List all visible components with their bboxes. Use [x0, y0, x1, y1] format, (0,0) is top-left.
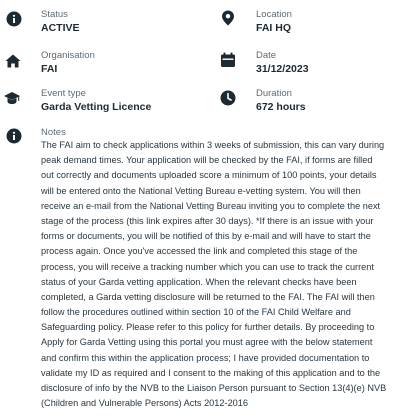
notes-line: Safeguarding policy. Please refer to thi… [41, 322, 375, 333]
duration-label: Duration [256, 88, 292, 99]
organisation-label: Organisation [41, 50, 95, 61]
notes-line: completed, a Garda vetting disclosure wi… [41, 291, 375, 302]
notes-line: forms or documents, you will be notified… [41, 231, 371, 242]
event-type-label: Event type [41, 88, 86, 99]
calendar-icon [220, 52, 236, 68]
notes-line: Apply for Garda Vetting using this porta… [41, 337, 373, 348]
location-value: FAI HQ [256, 22, 292, 34]
notes-line: status of your Garda vetting application… [41, 276, 357, 287]
location-label: Location [256, 9, 292, 20]
location-pin-icon [220, 10, 236, 26]
graduation-cap-icon [4, 90, 20, 106]
notes-line: The FAI aim to check applications within… [41, 140, 385, 150]
info-icon [6, 11, 22, 27]
notes-line: and confirm this within the application … [41, 352, 370, 363]
notes-line: receive an e-mail from the National Vett… [41, 200, 381, 211]
notes-line: stage of the process (this link expires … [41, 215, 374, 226]
notes-label: Notes [41, 127, 66, 138]
notes-line: validate my ID as required and I consent… [41, 367, 381, 378]
notes-line: out correctly and documents uploaded sco… [41, 170, 377, 181]
clock-icon [220, 90, 236, 106]
notes-line: will be entered onto the National Vettin… [41, 185, 361, 196]
notes-line: disclosure of info by the NVB to the Lia… [41, 383, 387, 393]
status-value: ACTIVE [41, 22, 80, 34]
status-label: Status [41, 9, 68, 20]
date-value: 31/12/2023 [256, 63, 309, 75]
notes-line: process, you will receive a tracking num… [41, 261, 374, 272]
organisation-value: FAI [41, 63, 58, 75]
notes-line: peak demand times. Your application will… [41, 155, 373, 166]
event-type-value: Garda Vetting Licence [41, 101, 152, 113]
notes-line: follow the procedures outlined within se… [41, 307, 351, 318]
event-details-panel: Status ACTIVE Location FAI HQ Organisati… [0, 0, 413, 419]
notes-text: The FAI aim to check applications within… [41, 138, 413, 411]
notes-info-icon [6, 128, 22, 144]
duration-value: 672 hours [256, 101, 306, 113]
date-label: Date [256, 50, 277, 61]
notes-line: process again. Once you've accessed the … [41, 246, 358, 257]
home-icon [5, 53, 21, 69]
notes-line: (Children and Vulnerable Persons) Acts 2… [41, 398, 249, 409]
